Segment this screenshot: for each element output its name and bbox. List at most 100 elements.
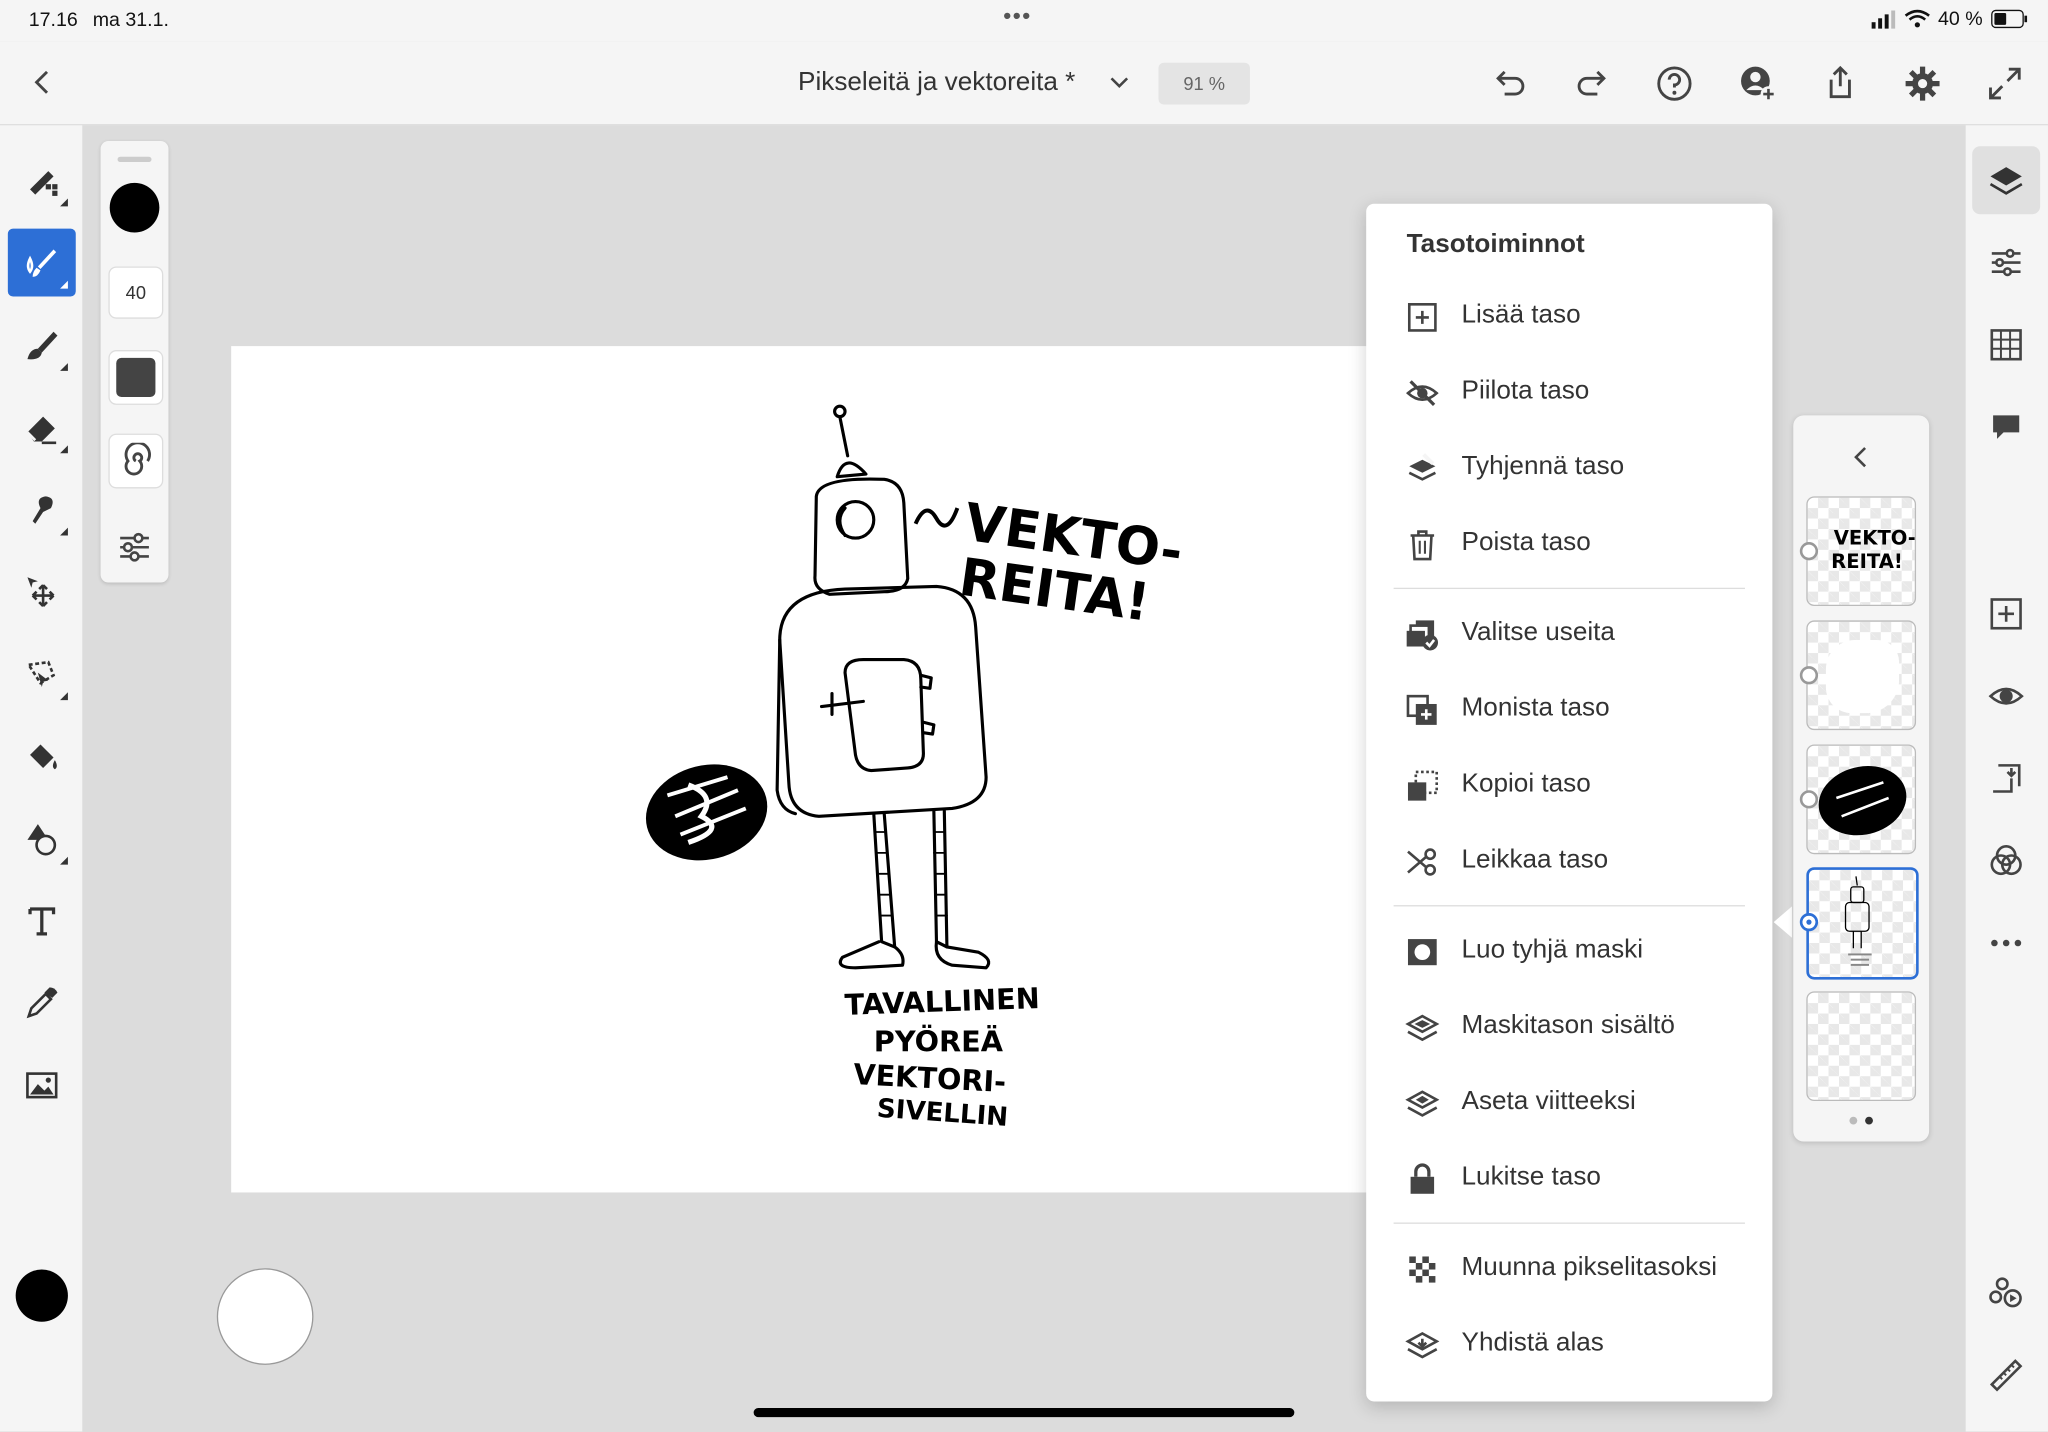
help-icon[interactable]	[1654, 63, 1696, 105]
menu-item-label: Maskitason sisältö	[1461, 1010, 1675, 1040]
invite-icon[interactable]	[1737, 63, 1779, 105]
layer-actions-menu: Tasotoiminnot Lisää taso Piilota taso Ty…	[1366, 203, 1773, 1402]
more-button[interactable]	[1972, 909, 2040, 977]
paint-bucket-icon	[30, 744, 57, 770]
layer-visibility-dot-selected[interactable]	[1799, 912, 1819, 932]
brush-settings-icon[interactable]	[116, 528, 153, 565]
reference-icon	[1405, 1090, 1440, 1117]
comments-button[interactable]	[1972, 393, 2040, 461]
multitasking-dots[interactable]: •••	[1003, 3, 1032, 30]
shape-tool[interactable]	[8, 805, 76, 873]
blend-icon	[1990, 845, 2022, 876]
menu-item-set-reference[interactable]: Aseta viitteeksi	[1366, 1071, 1772, 1134]
properties-button[interactable]	[1972, 229, 2040, 297]
robot-drawing: VEKTO- REITA! TAVALLINEN PYÖREÄ VEKTORI-…	[645, 404, 1186, 1133]
fill-tool[interactable]	[8, 722, 76, 790]
menu-item-duplicate-layer[interactable]: Monista taso	[1366, 678, 1772, 741]
submenu-indicator	[60, 198, 68, 207]
vector-brush-tool[interactable]	[7, 228, 76, 297]
layer-thumbnail-robot[interactable]	[1806, 867, 1919, 980]
layer-thumbnail-blob[interactable]	[1806, 744, 1917, 855]
layer-visibility-dot[interactable]	[1799, 790, 1819, 809]
menu-item-lock-layer[interactable]: Lukitse taso	[1366, 1147, 1772, 1210]
menu-item-label: Kopioi taso	[1461, 769, 1591, 799]
layer-white-preview	[1825, 639, 1900, 714]
brush-size[interactable]: 40	[108, 266, 164, 319]
menu-item-create-mask[interactable]: Luo tyhjä maski	[1366, 919, 1772, 982]
menu-item-delete-layer[interactable]: Poista taso	[1366, 512, 1772, 575]
menu-item-mask-content[interactable]: Maskitason sisältö	[1366, 995, 1772, 1058]
menu-item-convert-pixel[interactable]: Muunna pikselitasoksi	[1366, 1237, 1772, 1300]
settings-gear-icon[interactable]	[1902, 63, 1944, 105]
caption-line4: SIVELLIN	[876, 1094, 1009, 1133]
status-date: ma 31.1.	[92, 9, 169, 32]
submenu-indicator	[60, 527, 68, 536]
undo-icon[interactable]	[1489, 63, 1531, 105]
pixel-brush-icon	[30, 171, 58, 196]
sliders-icon	[1991, 248, 2021, 277]
menu-item-select-multiple[interactable]: Valitse useita	[1366, 602, 1772, 665]
move-tool[interactable]	[8, 558, 76, 626]
document-title[interactable]: Pikseleitä ja vektoreita *	[798, 68, 1075, 98]
collapse-panel-icon[interactable]	[1846, 441, 1877, 472]
mixer-brush-tool[interactable]	[8, 311, 76, 379]
chevron-down-icon[interactable]	[1105, 68, 1134, 97]
menu-item-copy-layer[interactable]: Kopioi taso	[1366, 754, 1772, 817]
menu-divider	[1393, 905, 1745, 907]
menu-item-label: Lukitse taso	[1461, 1162, 1601, 1192]
grid-button[interactable]	[1972, 311, 2040, 379]
smudge-tool[interactable]	[8, 475, 76, 543]
caption-line1: TAVALLINEN	[844, 981, 1040, 1022]
lasso-tool[interactable]	[8, 640, 76, 708]
timelapse-button[interactable]	[1972, 1259, 2040, 1327]
brush-color-swatch[interactable]	[109, 182, 160, 233]
lasso-icon	[26, 660, 56, 688]
menu-item-clear-layer[interactable]: Tyhjennä taso	[1366, 436, 1772, 499]
layer-thumbnail-text[interactable]: VEKTO- REITA!	[1806, 496, 1917, 607]
ruler-button[interactable]	[1972, 1341, 2040, 1409]
blend-button[interactable]	[1972, 827, 2040, 895]
import-button[interactable]	[1972, 744, 2040, 812]
eraser-tool[interactable]	[8, 393, 76, 461]
eyedropper-tool[interactable]	[8, 969, 76, 1037]
drag-handle[interactable]	[117, 156, 152, 162]
image-icon	[26, 1072, 58, 1099]
share-icon[interactable]	[1819, 63, 1861, 105]
brush-opacity[interactable]	[108, 350, 164, 405]
menu-item-label: Valitse useita	[1461, 617, 1615, 647]
layer-visibility-dot[interactable]	[1799, 666, 1819, 685]
fullscreen-icon[interactable]	[1984, 63, 2026, 105]
menu-item-merge-down[interactable]: Yhdistä alas	[1366, 1313, 1772, 1376]
layer-blob-preview	[1818, 765, 1907, 836]
pixel-brush-tool[interactable]	[8, 146, 76, 214]
text-tool[interactable]	[8, 887, 76, 955]
caption-line2: PYÖREÄ	[874, 1024, 1004, 1058]
menu-item-add-layer[interactable]: Lisää taso	[1366, 285, 1772, 348]
back-icon[interactable]	[24, 63, 63, 102]
artboard[interactable]: VEKTO- REITA! TAVALLINEN PYÖREÄ VEKTORI-…	[231, 346, 1368, 1193]
menu-item-hide-layer[interactable]: Piilota taso	[1366, 360, 1772, 423]
menu-item-label: Piilota taso	[1461, 376, 1590, 405]
copy-icon	[1407, 770, 1439, 801]
image-tool[interactable]	[8, 1051, 76, 1119]
layer-thumbnail-white[interactable]	[1806, 620, 1917, 731]
menu-item-label: Luo tyhjä maski	[1461, 935, 1644, 964]
menu-divider	[1393, 1222, 1745, 1224]
menu-divider	[1393, 587, 1745, 590]
add-layer-button[interactable]	[1972, 580, 2040, 648]
app-root: 17.16 ma 31.1. ••• 40 % Pikseleitä ja ve…	[0, 0, 2048, 1432]
redo-icon[interactable]	[1571, 63, 1613, 105]
layer-thumbnail-empty[interactable]	[1806, 991, 1917, 1102]
home-indicator[interactable]	[753, 1407, 1295, 1418]
zoom-level[interactable]: 91 %	[1158, 62, 1250, 105]
layers-button[interactable]	[1972, 146, 2041, 215]
swirl-icon	[124, 442, 151, 476]
menu-item-cut-layer[interactable]: Leikkaa taso	[1366, 829, 1772, 892]
menu-title: Tasotoiminnot	[1406, 229, 1585, 259]
layer-visibility-dot[interactable]	[1799, 542, 1819, 561]
visibility-button[interactable]	[1972, 662, 2040, 730]
brush-style[interactable]	[108, 433, 164, 489]
color-swatch-main[interactable]	[15, 1269, 68, 1322]
status-bar: 17.16 ma 31.1. ••• 40 %	[0, 0, 2048, 42]
touch-shortcut[interactable]	[216, 1268, 314, 1365]
